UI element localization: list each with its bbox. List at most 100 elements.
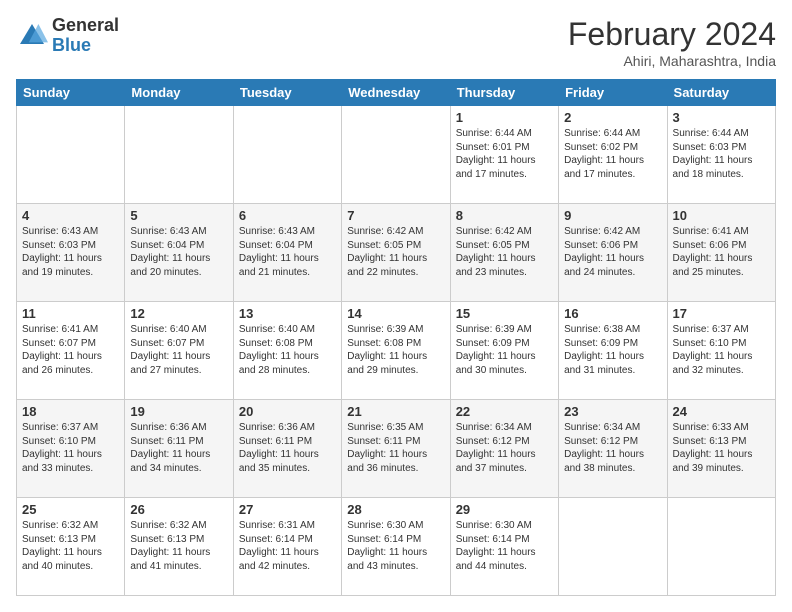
day-info: Sunrise: 6:37 AM Sunset: 6:10 PM Dayligh… (22, 421, 119, 475)
month-title: February 2024 (568, 16, 776, 53)
calendar-cell: 16 Sunrise: 6:38 AM Sunset: 6:09 PM Dayli… (559, 302, 667, 400)
calendar-cell (342, 106, 450, 204)
day-number: 23 (564, 404, 661, 419)
calendar-header-friday: Friday (559, 80, 667, 106)
logo-blue-text: Blue (52, 36, 119, 56)
calendar-cell (559, 498, 667, 596)
calendar-header-sunday: Sunday (17, 80, 125, 106)
calendar-cell: 20Sunrise: 6:36 AM Sunset: 6:11 PM Dayli… (233, 400, 341, 498)
calendar-cell: 1 Sunrise: 6:44 AM Sunset: 6:01 PM Daylig… (450, 106, 558, 204)
day-info: Sunrise: 6:43 AM Sunset: 6:04 PM Dayligh… (130, 225, 227, 279)
day-info: Sunrise: 6:44 AM Sunset: 6:02 PM Dayligh… (564, 127, 661, 181)
calendar-cell: 13Sunrise: 6:40 AM Sunset: 6:08 PM Dayli… (233, 302, 341, 400)
calendar-week-row: 18 Sunrise: 6:37 AM Sunset: 6:10 PM Dayli… (17, 400, 776, 498)
day-number: 20 (239, 404, 336, 419)
calendar-cell (233, 106, 341, 204)
day-number: 28 (347, 502, 444, 517)
day-number: 4 (22, 208, 119, 223)
calendar-cell: 8Sunrise: 6:42 AM Sunset: 6:05 PM Daylig… (450, 204, 558, 302)
day-number: 6 (239, 208, 336, 223)
calendar-week-row: 25Sunrise: 6:32 AM Sunset: 6:13 PM Dayli… (17, 498, 776, 596)
calendar-week-row: 11 Sunrise: 6:41 AM Sunset: 6:07 PM Dayli… (17, 302, 776, 400)
day-info: Sunrise: 6:32 AM Sunset: 6:13 PM Dayligh… (130, 519, 227, 573)
day-number: 21 (347, 404, 444, 419)
title-block: February 2024 Ahiri, Maharashtra, India (568, 16, 776, 69)
calendar-cell: 18 Sunrise: 6:37 AM Sunset: 6:10 PM Dayli… (17, 400, 125, 498)
day-info: Sunrise: 6:37 AM Sunset: 6:10 PM Dayligh… (673, 323, 770, 377)
day-info: Sunrise: 6:42 AM Sunset: 6:05 PM Dayligh… (347, 225, 444, 279)
day-number: 29 (456, 502, 553, 517)
day-number: 18 (22, 404, 119, 419)
day-info: Sunrise: 6:34 AM Sunset: 6:12 PM Dayligh… (564, 421, 661, 475)
logo-general-text: General (52, 16, 119, 36)
day-info: Sunrise: 6:44 AM Sunset: 6:03 PM Dayligh… (673, 127, 770, 181)
logo-text: General Blue (52, 16, 119, 56)
calendar-cell: 5 Sunrise: 6:43 AM Sunset: 6:04 PM Daylig… (125, 204, 233, 302)
day-number: 12 (130, 306, 227, 321)
day-number: 24 (673, 404, 770, 419)
day-number: 3 (673, 110, 770, 125)
day-info: Sunrise: 6:38 AM Sunset: 6:09 PM Dayligh… (564, 323, 661, 377)
day-number: 7 (347, 208, 444, 223)
calendar-header-tuesday: Tuesday (233, 80, 341, 106)
calendar-cell (125, 106, 233, 204)
day-number: 8 (456, 208, 553, 223)
calendar-cell: 21 Sunrise: 6:35 AM Sunset: 6:11 PM Dayli… (342, 400, 450, 498)
day-info: Sunrise: 6:44 AM Sunset: 6:01 PM Dayligh… (456, 127, 553, 181)
header: General Blue February 2024 Ahiri, Mahara… (16, 16, 776, 69)
day-info: Sunrise: 6:41 AM Sunset: 6:07 PM Dayligh… (22, 323, 119, 377)
calendar-table: SundayMondayTuesdayWednesdayThursdayFrid… (16, 79, 776, 596)
calendar-week-row: 1 Sunrise: 6:44 AM Sunset: 6:01 PM Daylig… (17, 106, 776, 204)
calendar-header-wednesday: Wednesday (342, 80, 450, 106)
calendar-cell (667, 498, 775, 596)
calendar-header-row: SundayMondayTuesdayWednesdayThursdayFrid… (17, 80, 776, 106)
day-number: 14 (347, 306, 444, 321)
day-info: Sunrise: 6:40 AM Sunset: 6:07 PM Dayligh… (130, 323, 227, 377)
calendar-cell: 11 Sunrise: 6:41 AM Sunset: 6:07 PM Dayli… (17, 302, 125, 400)
day-info: Sunrise: 6:41 AM Sunset: 6:06 PM Dayligh… (673, 225, 770, 279)
calendar-cell: 4 Sunrise: 6:43 AM Sunset: 6:03 PM Daylig… (17, 204, 125, 302)
calendar-cell: 14 Sunrise: 6:39 AM Sunset: 6:08 PM Dayli… (342, 302, 450, 400)
day-info: Sunrise: 6:35 AM Sunset: 6:11 PM Dayligh… (347, 421, 444, 475)
day-info: Sunrise: 6:43 AM Sunset: 6:04 PM Dayligh… (239, 225, 336, 279)
calendar-week-row: 4 Sunrise: 6:43 AM Sunset: 6:03 PM Daylig… (17, 204, 776, 302)
day-number: 26 (130, 502, 227, 517)
day-info: Sunrise: 6:32 AM Sunset: 6:13 PM Dayligh… (22, 519, 119, 573)
calendar-cell: 3 Sunrise: 6:44 AM Sunset: 6:03 PM Daylig… (667, 106, 775, 204)
calendar-cell: 9 Sunrise: 6:42 AM Sunset: 6:06 PM Daylig… (559, 204, 667, 302)
calendar-header-thursday: Thursday (450, 80, 558, 106)
calendar-cell: 23 Sunrise: 6:34 AM Sunset: 6:12 PM Dayli… (559, 400, 667, 498)
calendar-cell: 24 Sunrise: 6:33 AM Sunset: 6:13 PM Dayli… (667, 400, 775, 498)
day-info: Sunrise: 6:31 AM Sunset: 6:14 PM Dayligh… (239, 519, 336, 573)
calendar-cell: 26 Sunrise: 6:32 AM Sunset: 6:13 PM Dayli… (125, 498, 233, 596)
day-number: 9 (564, 208, 661, 223)
day-number: 19 (130, 404, 227, 419)
day-number: 22 (456, 404, 553, 419)
day-number: 1 (456, 110, 553, 125)
day-number: 5 (130, 208, 227, 223)
page: General Blue February 2024 Ahiri, Mahara… (0, 0, 792, 612)
day-number: 15 (456, 306, 553, 321)
day-info: Sunrise: 6:43 AM Sunset: 6:03 PM Dayligh… (22, 225, 119, 279)
day-info: Sunrise: 6:33 AM Sunset: 6:13 PM Dayligh… (673, 421, 770, 475)
calendar-cell: 29Sunrise: 6:30 AM Sunset: 6:14 PM Dayli… (450, 498, 558, 596)
location-subtitle: Ahiri, Maharashtra, India (568, 53, 776, 69)
logo: General Blue (16, 16, 119, 56)
day-info: Sunrise: 6:34 AM Sunset: 6:12 PM Dayligh… (456, 421, 553, 475)
calendar-cell: 7 Sunrise: 6:42 AM Sunset: 6:05 PM Daylig… (342, 204, 450, 302)
day-number: 16 (564, 306, 661, 321)
day-number: 11 (22, 306, 119, 321)
day-info: Sunrise: 6:39 AM Sunset: 6:08 PM Dayligh… (347, 323, 444, 377)
calendar-cell: 25Sunrise: 6:32 AM Sunset: 6:13 PM Dayli… (17, 498, 125, 596)
calendar-header-saturday: Saturday (667, 80, 775, 106)
day-info: Sunrise: 6:36 AM Sunset: 6:11 PM Dayligh… (130, 421, 227, 475)
calendar-header-monday: Monday (125, 80, 233, 106)
day-number: 13 (239, 306, 336, 321)
logo-icon (16, 20, 48, 52)
calendar-cell (17, 106, 125, 204)
day-info: Sunrise: 6:42 AM Sunset: 6:06 PM Dayligh… (564, 225, 661, 279)
calendar-cell: 27 Sunrise: 6:31 AM Sunset: 6:14 PM Dayli… (233, 498, 341, 596)
day-info: Sunrise: 6:39 AM Sunset: 6:09 PM Dayligh… (456, 323, 553, 377)
day-number: 27 (239, 502, 336, 517)
calendar-cell: 6 Sunrise: 6:43 AM Sunset: 6:04 PM Daylig… (233, 204, 341, 302)
